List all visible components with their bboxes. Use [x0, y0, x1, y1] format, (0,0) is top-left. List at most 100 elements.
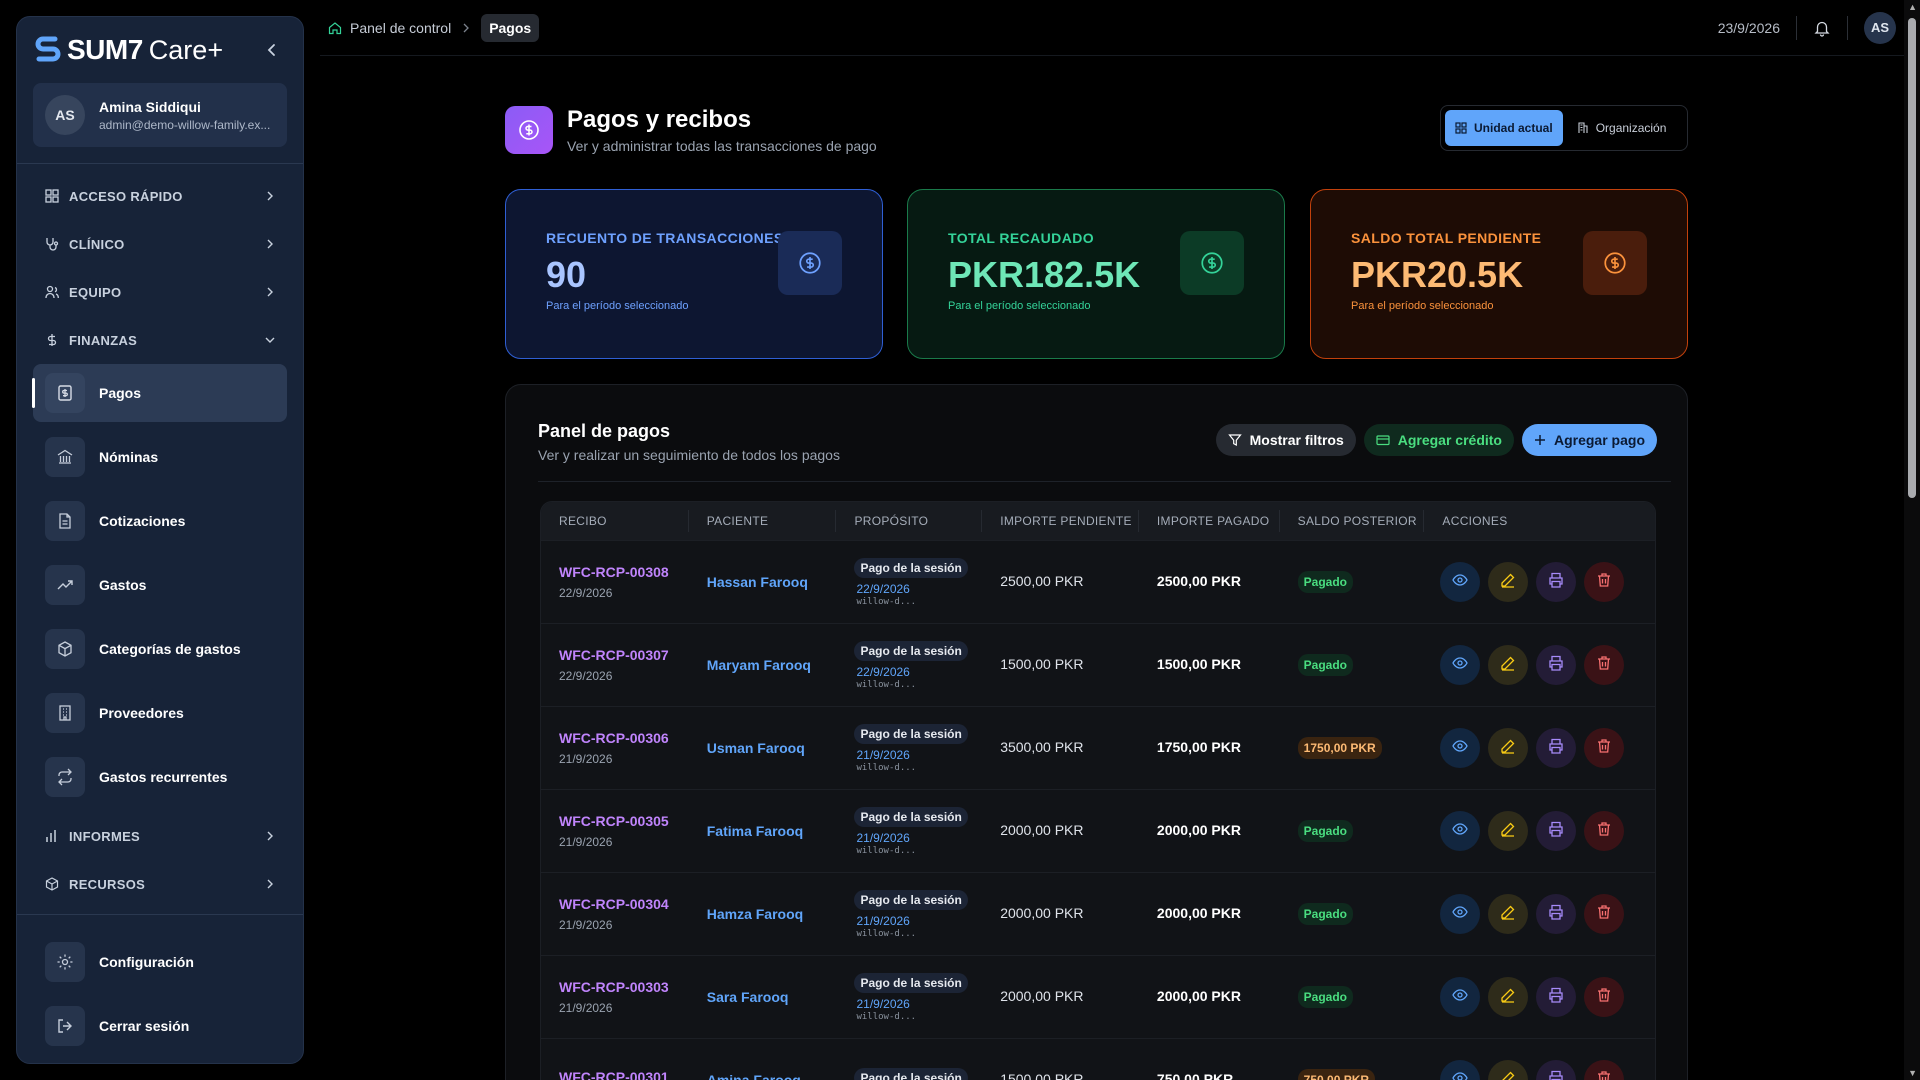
show-filters-button[interactable]: Mostrar filtros	[1215, 424, 1356, 456]
receipt-link[interactable]: WFC-RCP-00303	[559, 979, 689, 995]
add-payment-button[interactable]: Agregar pago	[1521, 424, 1657, 456]
edit-button[interactable]	[1488, 562, 1529, 602]
balance-cell: Pagado	[1280, 986, 1425, 1008]
print-button[interactable]	[1536, 811, 1577, 851]
delete-button[interactable]	[1584, 562, 1625, 602]
section-finance[interactable]: FINANZAS	[17, 316, 303, 364]
row-actions	[1424, 1060, 1655, 1080]
delete-button[interactable]	[1584, 728, 1625, 768]
printer-icon	[1548, 987, 1564, 1008]
edit-button[interactable]	[1488, 811, 1529, 851]
receipt-link[interactable]: WFC-RCP-00307	[559, 647, 689, 663]
view-button[interactable]	[1440, 894, 1481, 934]
receipt-link[interactable]: WFC-RCP-00301	[559, 1069, 689, 1080]
table-row: WFC-RCP-00301 Amina Farooq Pago de la sesi…	[541, 1038, 1655, 1080]
sidebar-item-recurring-expenses[interactable]: Gastos recurrentes	[33, 748, 287, 806]
print-button[interactable]	[1536, 977, 1577, 1017]
receipt-link[interactable]: WFC-RCP-00308	[559, 564, 689, 580]
delete-button[interactable]	[1584, 645, 1625, 685]
print-button[interactable]	[1536, 894, 1577, 934]
print-button[interactable]	[1536, 562, 1577, 602]
patient-link[interactable]: Hamza Farooq	[707, 906, 837, 922]
receipt-link[interactable]: WFC-RCP-00305	[559, 813, 689, 829]
section-resources[interactable]: RECURSOS	[17, 860, 303, 908]
sidebar-item-expense-categories[interactable]: Categorías de gastos	[33, 620, 287, 678]
patient-link[interactable]: Sara Farooq	[707, 989, 837, 1005]
amount-paid: 2500,00 PKR	[1156, 573, 1241, 589]
trash-icon	[1596, 987, 1612, 1008]
edit-button[interactable]	[1488, 977, 1529, 1017]
sidebar-item-settings[interactable]: Configuración	[33, 933, 287, 991]
balance-cell: Pagado	[1280, 903, 1425, 925]
patient-link[interactable]: Fatima Farooq	[707, 823, 837, 839]
edit-button[interactable]	[1488, 645, 1529, 685]
section-clinical[interactable]: CLÍNICO	[17, 220, 303, 268]
breadcrumb-home[interactable]: Panel de control	[328, 20, 451, 36]
receipt-link[interactable]: WFC-RCP-00304	[559, 896, 689, 912]
patient-link[interactable]: Amina Farooq	[707, 1072, 837, 1080]
page-scrollbar[interactable]: ▲ ▼	[1904, 0, 1920, 1080]
balance-cell: Pagado	[1280, 571, 1425, 593]
patient-link[interactable]: Hassan Farooq	[707, 574, 837, 590]
sidebar-item-logout[interactable]: Cerrar sesión	[33, 997, 287, 1055]
section-team[interactable]: EQUIPO	[17, 268, 303, 316]
sidebar-item-expenses[interactable]: Gastos	[33, 556, 287, 614]
user-card[interactable]: AS Amina Siddiqui admin@demo-willow-fami…	[33, 83, 287, 147]
edit-button[interactable]	[1488, 1060, 1529, 1080]
user-avatar-button[interactable]: AS	[1864, 11, 1896, 44]
patient-link[interactable]: Usman Farooq	[707, 740, 837, 756]
delete-button[interactable]	[1584, 894, 1625, 934]
sidebar-item-payroll[interactable]: Nóminas	[33, 428, 287, 486]
purpose-date: 21/9/2026	[856, 996, 910, 1011]
scope-organization-button[interactable]: Organización	[1567, 110, 1677, 146]
edit-button[interactable]	[1488, 728, 1529, 768]
section-reports[interactable]: INFORMES	[17, 812, 303, 860]
print-button[interactable]	[1536, 645, 1577, 685]
row-actions	[1424, 645, 1655, 685]
amount-paid-cell: 750,00 PKR	[1139, 1071, 1280, 1080]
scrollbar-thumb[interactable]	[1908, 18, 1916, 498]
purpose-badge: Pago de la sesión	[854, 972, 968, 993]
print-button[interactable]	[1536, 728, 1577, 768]
delete-button[interactable]	[1584, 1060, 1625, 1080]
collapse-sidebar-button[interactable]	[261, 39, 283, 61]
column-header[interactable]: SALDO POSTERIOR	[1280, 510, 1425, 532]
purpose-badge: Pago de la sesión	[854, 806, 968, 827]
bank-icon	[45, 437, 85, 477]
filter-icon	[1227, 434, 1242, 447]
patient-link[interactable]: Maryam Farooq	[707, 657, 837, 673]
scope-current-unit-button[interactable]: Unidad actual	[1445, 110, 1563, 146]
section-quick-access[interactable]: ACCESO RÁPIDO	[17, 172, 303, 220]
column-header[interactable]: PACIENTE	[689, 510, 837, 532]
view-button[interactable]	[1440, 811, 1481, 851]
column-header[interactable]: IMPORTE PAGADO	[1139, 510, 1280, 532]
sidebar-item-payments[interactable]: Pagos	[32, 364, 287, 422]
trash-icon	[1596, 572, 1612, 593]
column-header[interactable]: RECIBO	[541, 510, 689, 532]
sidebar-item-vendors[interactable]: Proveedores	[33, 684, 287, 742]
delete-button[interactable]	[1584, 977, 1625, 1017]
sidebar-item-quotes[interactable]: Cotizaciones	[33, 492, 287, 550]
edit-button[interactable]	[1488, 894, 1529, 934]
view-button[interactable]	[1440, 645, 1481, 685]
view-button[interactable]	[1440, 1060, 1481, 1080]
view-button[interactable]	[1440, 977, 1481, 1017]
bell-icon[interactable]	[1813, 19, 1831, 37]
column-header[interactable]: IMPORTE PENDIENTE	[982, 510, 1139, 532]
receipt-link[interactable]: WFC-RCP-00306	[559, 730, 689, 746]
view-button[interactable]	[1440, 728, 1481, 768]
add-credit-button[interactable]: Agregar crédito	[1363, 424, 1514, 456]
delete-button[interactable]	[1584, 811, 1625, 851]
column-header[interactable]: PROPÓSITO	[836, 510, 983, 532]
print-button[interactable]	[1536, 1060, 1577, 1080]
view-button[interactable]	[1440, 562, 1481, 602]
scroll-down-icon[interactable]: ▼	[1908, 1068, 1917, 1078]
package-icon	[45, 629, 85, 669]
purpose-org: willow-d...	[856, 845, 917, 856]
balance-cell: Pagado	[1280, 654, 1425, 676]
scroll-up-icon[interactable]: ▲	[1908, 2, 1917, 12]
page-subtitle: Ver y administrar todas las transaccione…	[567, 138, 877, 154]
logo-mark-icon	[35, 36, 61, 62]
chevron-right-icon	[267, 239, 273, 249]
purpose-date: 21/9/2026	[856, 747, 910, 762]
